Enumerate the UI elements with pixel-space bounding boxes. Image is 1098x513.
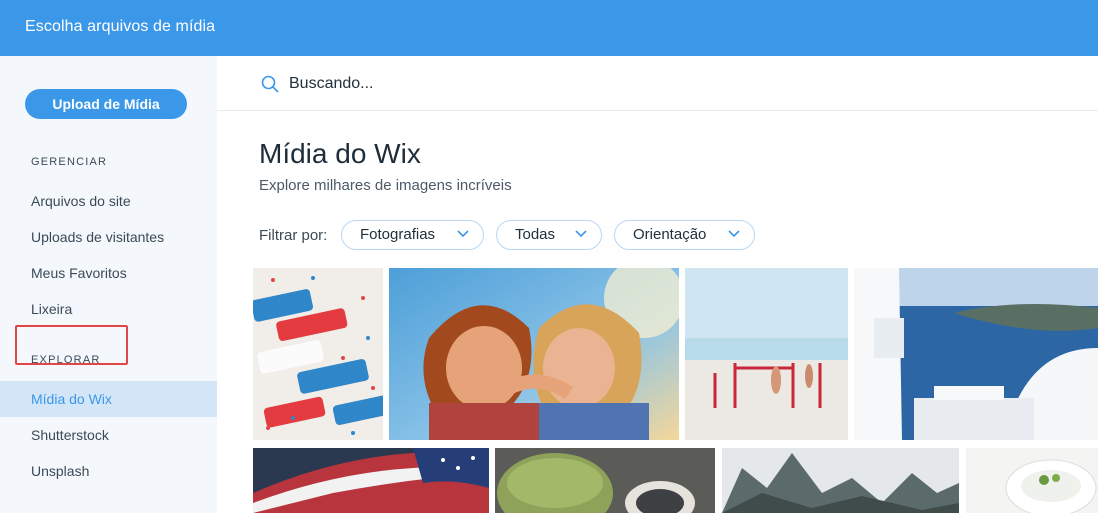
- media-thumbnail-popsicles[interactable]: [253, 268, 383, 440]
- chevron-down-icon: [575, 230, 587, 238]
- media-thumbnail-mountains[interactable]: [722, 448, 959, 513]
- page-title: Mídia do Wix: [259, 138, 421, 169]
- sidebar: Upload de Mídia GERENCIAR Arquivos do si…: [0, 56, 217, 513]
- filter-orientation-dropdown[interactable]: Orientação: [614, 220, 755, 250]
- sidebar-item-shutterstock[interactable]: Shutterstock: [0, 417, 217, 453]
- filter-label: Filtrar por:: [259, 227, 328, 244]
- media-thumbnail-bowl[interactable]: [966, 448, 1098, 513]
- sidebar-item-trash[interactable]: Lixeira: [0, 291, 217, 327]
- filter-orientation-label: Orientação: [633, 226, 707, 243]
- filter-category-dropdown[interactable]: Todas: [496, 220, 602, 250]
- media-thumbnail-herbs[interactable]: [495, 448, 715, 513]
- title-bar: Escolha arquivos de mídia: [0, 0, 1098, 56]
- page-subtitle: Explore milhares de imagens incríveis: [259, 177, 512, 194]
- chevron-down-icon: [728, 230, 740, 238]
- filter-type-label: Fotografias: [360, 226, 436, 243]
- search-icon[interactable]: [261, 75, 279, 93]
- sidebar-item-wix-media[interactable]: Mídia do Wix: [0, 381, 217, 417]
- media-thumbnail-beach[interactable]: [685, 268, 848, 440]
- filter-type-dropdown[interactable]: Fotografias: [341, 220, 484, 250]
- section-label-manage: GERENCIAR: [31, 156, 108, 168]
- sidebar-item-visitor-uploads[interactable]: Uploads de visitantes: [0, 219, 217, 255]
- window-title: Escolha arquivos de mídia: [25, 18, 216, 35]
- filter-category-label: Todas: [515, 226, 556, 243]
- media-thumbnail-children[interactable]: [389, 268, 679, 440]
- sidebar-item-unsplash[interactable]: Unsplash: [0, 453, 217, 489]
- upload-media-button[interactable]: Upload de Mídia: [25, 89, 187, 119]
- media-thumbnail-santorini[interactable]: [854, 268, 1098, 440]
- sidebar-item-favorites[interactable]: Meus Favoritos: [0, 255, 217, 291]
- sidebar-item-site-files[interactable]: Arquivos do site: [0, 183, 217, 219]
- section-label-explore: EXPLORAR: [31, 354, 101, 366]
- search-input[interactable]: [289, 72, 689, 96]
- search-bar: [217, 56, 1098, 111]
- media-thumbnail-flag[interactable]: [253, 448, 489, 513]
- chevron-down-icon: [457, 230, 469, 238]
